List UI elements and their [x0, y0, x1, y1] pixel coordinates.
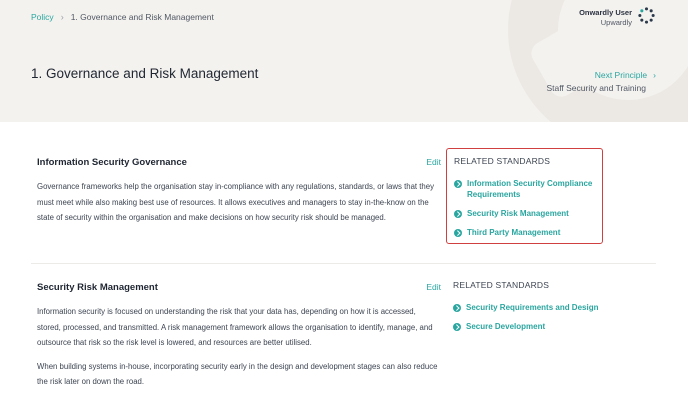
related-standards-list: Security Requirements and Design Secure … — [453, 302, 603, 332]
edit-link[interactable]: Edit — [426, 157, 441, 167]
edit-link[interactable]: Edit — [426, 282, 441, 292]
arrow-circle-icon — [454, 209, 462, 218]
related-standard-label: Secure Development — [466, 322, 546, 331]
section-security-risk-management: Security Risk Management Edit Informatio… — [37, 282, 441, 390]
section-title: Security Risk Management — [37, 282, 158, 293]
related-standard-label: Security Requirements and Design — [466, 303, 599, 312]
section-paragraph: When building systems in-house, incorpor… — [37, 361, 438, 387]
related-standard-link[interactable]: Information Security Compliance Requirem… — [454, 178, 602, 200]
related-standard-label: Security Risk Management — [467, 209, 569, 218]
related-standards-list: Information Security Compliance Requirem… — [454, 178, 602, 238]
next-principle-link[interactable]: Next Principle › — [546, 69, 656, 82]
user-menu[interactable]: Onwardly User Upwardly — [579, 8, 632, 28]
org-logo-icon[interactable] — [638, 7, 655, 24]
page-title: 1. Governance and Risk Management — [31, 66, 259, 81]
related-standard-label: Third Party Management — [467, 228, 561, 237]
section-divider — [31, 263, 656, 264]
breadcrumb: Policy › 1. Governance and Risk Manageme… — [31, 12, 214, 22]
arrow-circle-icon — [454, 179, 462, 188]
related-standard-link[interactable]: Security Requirements and Design — [453, 302, 603, 313]
next-principle-title: Staff Security and Training — [546, 83, 646, 93]
related-standards-title: RELATED STANDARDS — [453, 280, 550, 290]
related-standards-panel: RELATED STANDARDS Information Security C… — [446, 148, 603, 244]
section-paragraph: Governance frameworks help the organisat… — [37, 182, 434, 222]
related-standard-label: Information Security Compliance Requirem… — [467, 179, 593, 199]
related-standards-panel: RELATED STANDARDS Security Requirements … — [446, 280, 603, 340]
page-header: Policy › 1. Governance and Risk Manageme… — [0, 0, 688, 122]
chevron-right-icon: › — [60, 12, 64, 22]
arrow-circle-icon — [453, 303, 461, 312]
related-standard-link[interactable]: Security Risk Management — [454, 208, 602, 219]
next-principle[interactable]: Next Principle › Staff Security and Trai… — [546, 69, 656, 95]
breadcrumb-policy-link[interactable]: Policy — [31, 12, 54, 22]
related-standard-link[interactable]: Third Party Management — [454, 227, 602, 238]
section-title: Information Security Governance — [37, 157, 187, 168]
related-standard-link[interactable]: Secure Development — [453, 321, 603, 332]
section-body: Governance frameworks help the organisat… — [37, 179, 441, 226]
chevron-right-icon: › — [653, 70, 656, 80]
section-information-security-governance: Information Security Governance Edit Gov… — [37, 157, 441, 226]
arrow-circle-icon — [453, 322, 461, 331]
section-body: Information security is focused on under… — [37, 304, 441, 390]
user-name: Onwardly User — [579, 8, 632, 17]
user-org: Upwardly — [600, 18, 632, 27]
breadcrumb-current: 1. Governance and Risk Management — [70, 12, 214, 22]
related-standards-title: RELATED STANDARDS — [454, 156, 551, 166]
arrow-circle-icon — [454, 228, 462, 237]
section-paragraph: Information security is focused on under… — [37, 307, 433, 347]
next-principle-label: Next Principle — [594, 70, 648, 80]
